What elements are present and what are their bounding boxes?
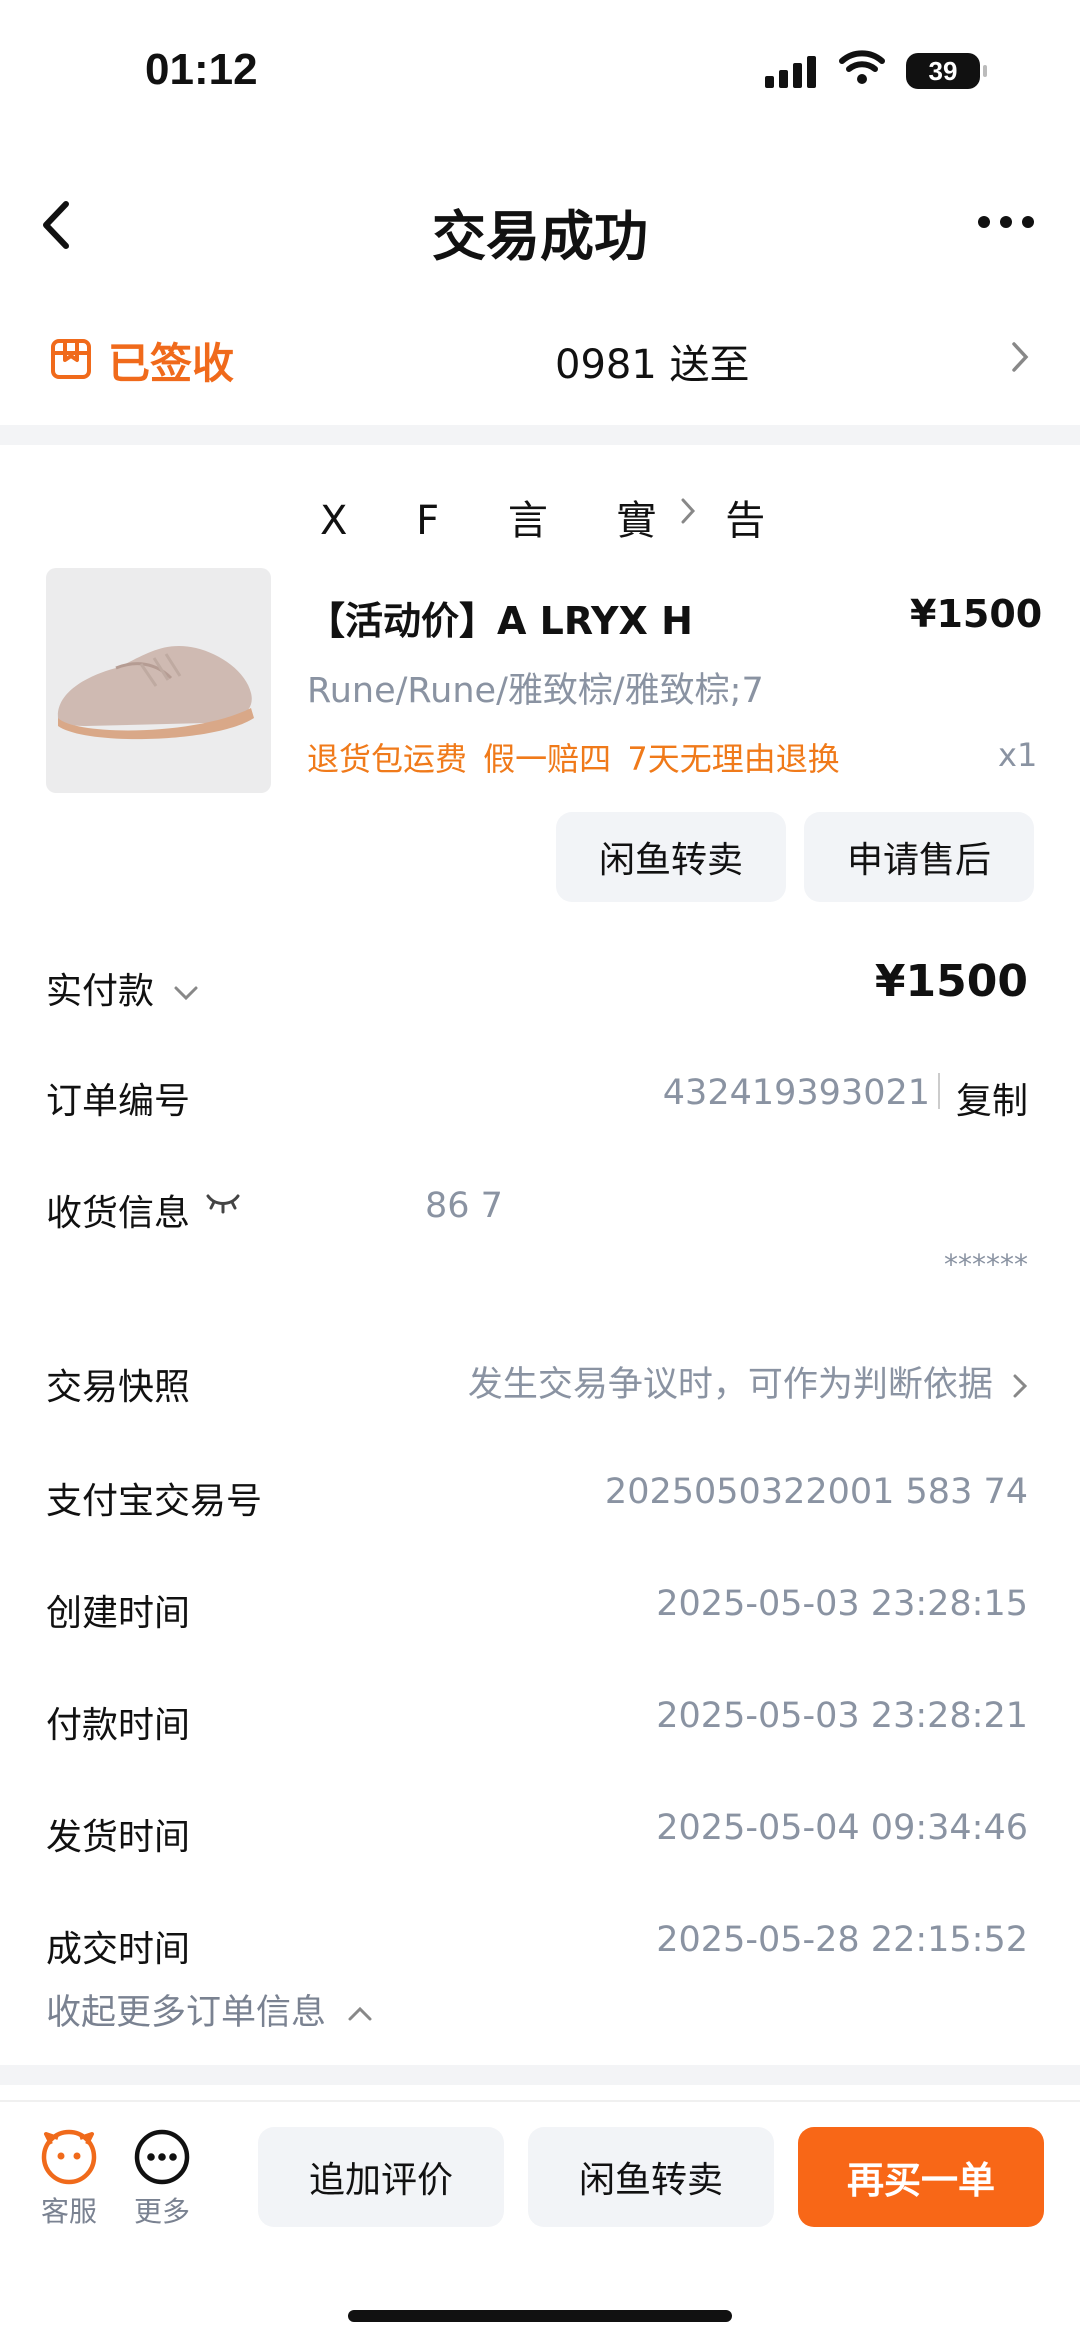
eye-closed-icon[interactable] [205, 1190, 241, 1220]
created-time-label: 创建时间 [46, 1593, 191, 1634]
buy-again-button[interactable]: 再买一单 [798, 2127, 1044, 2227]
customer-service-icon [41, 2129, 97, 2185]
product-quantity: x1 [998, 736, 1038, 774]
paid-amount-label-text: 实付款 [46, 971, 155, 1012]
resell-button[interactable]: 闲鱼转卖 [556, 812, 786, 902]
wifi-icon [838, 48, 886, 90]
battery-icon: 39 [906, 53, 987, 89]
after-sale-button[interactable]: 申请售后 [804, 812, 1034, 902]
add-review-button[interactable]: 追加评价 [258, 2127, 504, 2227]
chevron-right-icon[interactable] [1010, 340, 1030, 378]
customer-service-label: 客服 [40, 2195, 97, 2228]
section-divider [0, 2065, 1080, 2085]
product-price: ¥1500 [910, 592, 1043, 636]
customer-service-button[interactable]: 客服 [40, 2128, 98, 2230]
shipped-time-label: 发货时间 [46, 1817, 191, 1858]
collapse-order-info[interactable]: 收起更多订单信息 [46, 1984, 373, 2035]
paid-amount-label[interactable]: 实付款 [46, 962, 199, 1014]
snapshot-link[interactable]: 发生交易争议时，可作为判断依据 [468, 1356, 1028, 1407]
chevron-right-icon [1013, 1374, 1028, 1398]
product-thumbnail[interactable] [46, 568, 271, 793]
chevron-right-icon[interactable] [680, 497, 696, 529]
alipay-no-label: 支付宝交易号 [46, 1481, 263, 1522]
shipped-time-value: 2025-05-04 09:34:46 [656, 1808, 1028, 1848]
order-number-label: 订单编号 [46, 1081, 191, 1122]
section-divider [0, 425, 1080, 445]
delivery-status: 已签收 [108, 339, 235, 388]
package-icon [50, 338, 92, 384]
more-label: 更多 [133, 2195, 190, 2228]
shoe-image [57, 646, 254, 740]
chevron-up-icon [348, 2006, 372, 2021]
receiver-address-masked: ****** [944, 1248, 1028, 1281]
snapshot-link-text: 发生交易争议时，可作为判断依据 [467, 1365, 993, 1405]
shop-name[interactable]: X F 言 實 告 [320, 488, 793, 546]
more-options-button[interactable] [978, 216, 1034, 228]
product-service-tags: 退货包运费 假一赔四 7天无理由退换 [307, 740, 840, 778]
divider [938, 1073, 940, 1109]
product-title[interactable]: 【活动价】A LRYX H [307, 590, 693, 645]
snapshot-label: 交易快照 [46, 1367, 191, 1408]
bottom-resell-button[interactable]: 闲鱼转卖 [528, 2127, 774, 2227]
chevron-down-icon [174, 986, 198, 1001]
alipay-no-value: 2025050322001 583 74 [604, 1472, 1028, 1512]
payment-time-label: 付款时间 [46, 1705, 191, 1746]
receiver-info-label: 收货信息 [46, 1193, 191, 1234]
cellular-signal-icon [765, 56, 816, 88]
more-button[interactable]: 更多 [133, 2128, 191, 2230]
deal-time-label: 成交时间 [46, 1929, 191, 1970]
product-spec: Rune/Rune/雅致棕/雅致棕;7 [307, 671, 764, 711]
receiver-phone: 86 7 [425, 1186, 503, 1226]
page-title: 交易成功 [432, 205, 648, 268]
home-indicator[interactable] [348, 2310, 732, 2322]
created-time-value: 2025-05-03 23:28:15 [656, 1584, 1028, 1624]
payment-time-value: 2025-05-03 23:28:21 [656, 1696, 1028, 1736]
copy-button[interactable]: 复制 [956, 1072, 1028, 1124]
deal-time-value: 2025-05-28 22:15:52 [656, 1920, 1028, 1960]
delivery-address[interactable]: 0981 送至 [555, 332, 750, 390]
paid-amount-value: ¥1500 [874, 956, 1028, 1007]
order-number-value: 432419393021 [662, 1073, 930, 1113]
more-icon [134, 2129, 190, 2185]
collapse-order-info-text: 收起更多订单信息 [46, 1993, 327, 2033]
status-time: 01:12 [145, 45, 258, 94]
